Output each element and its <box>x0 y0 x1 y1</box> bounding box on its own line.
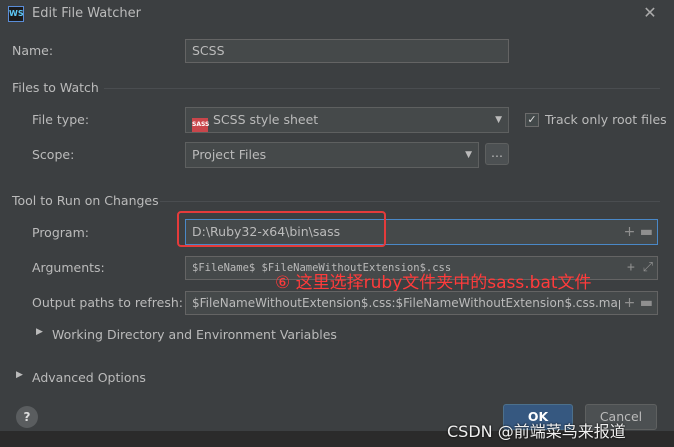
output-paths-input[interactable]: $FileNameWithoutExtension$.css:$FileName… <box>185 291 658 315</box>
advanced-options-toggle[interactable]: Advanced Options <box>32 370 146 385</box>
folder-icon[interactable]: ▬ <box>640 295 653 311</box>
track-root-checkbox[interactable]: ✓ <box>525 113 539 127</box>
file-type-label: File type: <box>32 112 90 127</box>
webstorm-app-icon: WS <box>8 6 24 22</box>
track-root-label: Track only root files <box>545 112 667 127</box>
scope-select[interactable]: Project Files ▼ <box>185 142 479 168</box>
working-directory-toggle[interactable]: Working Directory and Environment Variab… <box>52 327 337 342</box>
arguments-label: Arguments: <box>32 260 105 275</box>
add-macro-icon[interactable]: + <box>627 260 635 275</box>
dialog-title: Edit File Watcher <box>32 6 142 21</box>
scope-browse-button[interactable]: ... <box>485 143 509 165</box>
name-input[interactable]: SCSS <box>185 39 509 63</box>
arguments-field-icons: + ⤢ <box>627 257 653 279</box>
file-type-value: SCSS style sheet <box>213 112 319 127</box>
sass-file-icon: SASS <box>192 118 209 132</box>
add-macro-icon[interactable]: + <box>624 224 636 240</box>
csdn-watermark: CSDN @前端菜鸟来报道 <box>447 422 626 441</box>
name-label: Name: <box>12 43 54 58</box>
annotation-text: ⑥ 这里选择ruby文件夹中的sass.bat文件 <box>275 273 592 293</box>
scope-value: Project Files <box>192 147 267 162</box>
tool-heading: Tool to Run on Changes <box>12 193 159 208</box>
program-label: Program: <box>32 225 89 240</box>
close-icon[interactable]: ✕ <box>640 3 660 23</box>
program-field-icons: + ▬ <box>624 220 653 244</box>
add-macro-icon[interactable]: + <box>624 295 636 311</box>
output-field-icons: + ▬ <box>619 292 653 314</box>
chevron-down-icon: ▼ <box>465 150 472 160</box>
expand-triangle-icon[interactable]: ▶ <box>36 327 43 337</box>
folder-icon[interactable]: ▬ <box>640 224 653 240</box>
file-type-select[interactable]: SASS SCSS style sheet ▼ <box>185 107 509 133</box>
output-paths-label: Output paths to refresh: <box>32 295 183 310</box>
output-paths-value: $FileNameWithoutExtension$.css:$FileName… <box>192 296 626 310</box>
expand-icon[interactable]: ⤢ <box>643 260 653 275</box>
annotation-highlight-box <box>177 211 386 247</box>
files-to-watch-heading: Files to Watch <box>12 80 99 95</box>
scope-label: Scope: <box>32 147 75 162</box>
help-button[interactable]: ? <box>16 406 38 428</box>
chevron-down-icon: ▼ <box>495 115 502 125</box>
divider <box>104 88 660 89</box>
divider <box>160 201 660 202</box>
expand-triangle-icon[interactable]: ▶ <box>16 370 23 380</box>
